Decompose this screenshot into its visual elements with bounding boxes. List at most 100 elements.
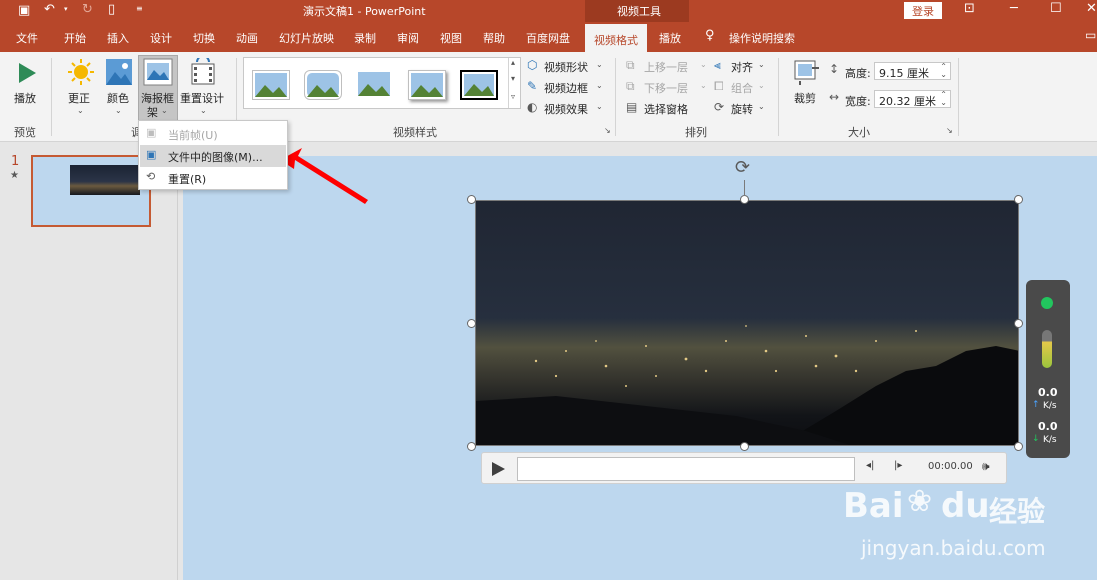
- color-label: 颜色: [107, 92, 129, 105]
- video-style-preset[interactable]: [304, 70, 342, 100]
- width-value: 20.32 厘米: [879, 95, 936, 108]
- send-backward-button[interactable]: ⧉ 下移一层 ⌄: [626, 79, 708, 97]
- video-object[interactable]: [475, 200, 1019, 446]
- resize-handle[interactable]: [467, 195, 476, 204]
- tab-design[interactable]: 设计: [150, 30, 172, 46]
- redo-icon[interactable]: ↻: [82, 2, 93, 17]
- customize-qat-icon[interactable]: ≡: [136, 4, 143, 13]
- resize-handle[interactable]: [740, 442, 749, 451]
- gallery-scroll[interactable]: ▴ ▾ ▿: [508, 58, 520, 108]
- video-style-preset[interactable]: [408, 70, 446, 100]
- group-button[interactable]: ⧠ 组合 ⌄: [714, 79, 770, 97]
- menu-item-current-frame[interactable]: ▣ 当前帧(U): [140, 123, 286, 145]
- skip-forward-icon[interactable]: |▸: [894, 460, 902, 471]
- spinner-icon[interactable]: ⌃ ⌄: [940, 91, 947, 107]
- tab-animations[interactable]: 动画: [236, 30, 258, 46]
- chevron-down-icon: ⌄: [700, 81, 707, 90]
- slide-thumbnail[interactable]: [31, 155, 151, 227]
- scroll-up-icon[interactable]: ▴: [511, 58, 515, 67]
- tab-review[interactable]: 审阅: [397, 30, 419, 46]
- group-size-label: 大小: [848, 126, 870, 139]
- video-style-preset[interactable]: [460, 70, 498, 100]
- pane-splitter[interactable]: [170, 142, 178, 580]
- tab-view[interactable]: 视图: [440, 30, 462, 46]
- tab-insert[interactable]: 插入: [107, 30, 129, 46]
- send-backward-label: 下移一层: [644, 82, 688, 95]
- video-border-button[interactable]: ✎ 视频边框 ⌄: [527, 79, 607, 97]
- comments-icon[interactable]: ▭: [1085, 28, 1096, 42]
- selection-pane-button[interactable]: ▤ 选择窗格: [626, 100, 708, 118]
- rotate-handle-icon[interactable]: ⟳: [735, 157, 750, 178]
- new-file-icon[interactable]: ▯: [108, 2, 115, 17]
- tab-help[interactable]: 帮助: [483, 30, 505, 46]
- menu-item-image-from-file[interactable]: ▣ 文件中的图像(M)...: [140, 145, 286, 167]
- dialog-launcher-icon[interactable]: ↘: [946, 126, 953, 135]
- tab-playback[interactable]: 播放: [659, 30, 681, 46]
- tab-file[interactable]: 文件: [16, 30, 38, 46]
- poster-frame-label-2: 架: [147, 106, 158, 119]
- video-styles-gallery[interactable]: ▴ ▾ ▿: [243, 57, 521, 109]
- chevron-down-icon: ⌄: [161, 106, 168, 115]
- foreground-hill: [476, 396, 850, 445]
- color-button[interactable]: 颜色 ⌄: [104, 58, 134, 120]
- resize-handle[interactable]: [467, 319, 476, 328]
- download-speed-value: 0.0: [1038, 420, 1058, 433]
- poster-frame-button[interactable]: 海报框 架 ⌄: [138, 55, 178, 121]
- play-icon[interactable]: [490, 460, 506, 478]
- dialog-launcher-icon[interactable]: ↘: [604, 126, 611, 135]
- video-style-preset[interactable]: [356, 70, 394, 100]
- video-shape-button[interactable]: ⬡ 视频形状 ⌄: [527, 58, 607, 76]
- reset-design-button[interactable]: 重置设计 ⌄: [180, 58, 226, 120]
- undo-icon[interactable]: ↶: [44, 2, 55, 17]
- resize-handle[interactable]: [1014, 319, 1023, 328]
- poster-frame-menu: ▣ 当前帧(U) ▣ 文件中的图像(M)... ⟲ 重置(R): [138, 120, 288, 190]
- resize-handle[interactable]: [740, 195, 749, 204]
- workspace: 1 ★ ⟳ ◂| |▸ 00:00.00 🕪 0.0 ↑ K/s 0.0 ↓ K…: [0, 142, 1097, 580]
- download-arrow-icon: ↓: [1032, 434, 1040, 444]
- corrections-button[interactable]: 更正 ⌄: [64, 58, 98, 120]
- menu-item-reset[interactable]: ⟲ 重置(R): [140, 167, 286, 189]
- undo-dropdown-icon[interactable]: ▾: [64, 5, 68, 13]
- volume-icon[interactable]: 🕪: [982, 459, 990, 474]
- resize-handle[interactable]: [467, 442, 476, 451]
- resize-handle[interactable]: [1014, 195, 1023, 204]
- save-icon[interactable]: ▣: [18, 3, 30, 18]
- video-effects-button[interactable]: ◐ 视频效果 ⌄: [527, 100, 607, 118]
- skip-back-icon[interactable]: ◂|: [866, 460, 874, 471]
- bring-forward-label: 上移一层: [644, 61, 688, 74]
- rotate-icon: ⟳: [714, 100, 725, 114]
- network-speed-widget[interactable]: 0.0 ↑ K/s 0.0 ↓ K/s: [1026, 280, 1070, 458]
- watermark-url: jingyan.baidu.com: [861, 536, 1046, 560]
- width-spinner[interactable]: 20.32 厘米 ⌃ ⌄: [874, 90, 951, 108]
- upload-speed-unit: K/s: [1043, 401, 1057, 411]
- tab-record[interactable]: 录制: [354, 30, 376, 46]
- progress-bar[interactable]: [517, 457, 855, 481]
- tab-transitions[interactable]: 切换: [193, 30, 215, 46]
- rotate-button[interactable]: ⟳ 旋转 ⌄: [714, 100, 770, 118]
- gallery-more-icon[interactable]: ▿: [511, 92, 515, 101]
- tell-me-search[interactable]: 操作说明搜索: [729, 30, 795, 46]
- login-button[interactable]: 登录: [904, 2, 942, 19]
- close-icon[interactable]: ✕: [1086, 1, 1097, 16]
- height-spinner[interactable]: 9.15 厘米 ⌃ ⌄: [874, 62, 951, 80]
- bring-forward-button[interactable]: ⧉ 上移一层 ⌄: [626, 58, 708, 76]
- resize-handle[interactable]: [1014, 442, 1023, 451]
- tab-video-format[interactable]: 视频格式: [585, 22, 647, 52]
- selection-pane-label: 选择窗格: [644, 103, 688, 116]
- spinner-icon[interactable]: ⌃ ⌄: [940, 63, 947, 79]
- tab-home[interactable]: 开始: [64, 30, 86, 46]
- media-controls: ◂| |▸ 00:00.00 🕪: [481, 452, 1007, 484]
- tab-baidu-netdisk[interactable]: 百度网盘: [526, 30, 570, 46]
- image-from-file-icon: ▣: [146, 148, 157, 161]
- video-style-thumbnail: [307, 73, 339, 97]
- minimize-icon[interactable]: ─: [1010, 1, 1018, 16]
- align-button[interactable]: ⫷ 对齐 ⌄: [714, 58, 770, 76]
- ribbon-display-icon[interactable]: ⊡: [964, 1, 975, 16]
- scroll-down-icon[interactable]: ▾: [511, 74, 515, 83]
- tab-slideshow[interactable]: 幻灯片放映: [279, 30, 334, 46]
- maximize-icon[interactable]: ☐: [1050, 1, 1062, 16]
- play-label: 播放: [14, 92, 36, 105]
- video-style-preset[interactable]: [252, 70, 290, 100]
- play-button[interactable]: 播放: [12, 58, 40, 108]
- crop-button[interactable]: 裁剪: [790, 58, 822, 110]
